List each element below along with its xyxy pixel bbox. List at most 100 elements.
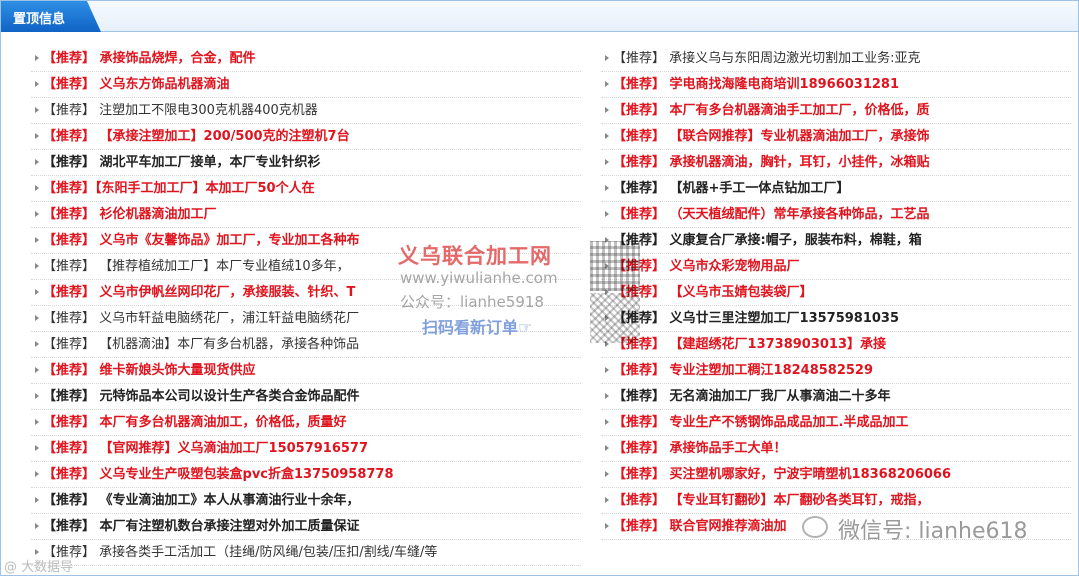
list-item-link[interactable]: 【推荐】 （天天植绒配件）常年承接各种饰品，工艺品 [613, 207, 930, 222]
list-item-link[interactable]: 【推荐】【东阳手工加工厂】本加工厂50个人在 [43, 181, 315, 196]
list-item-link[interactable]: 【推荐】 承接机器滴油，胸针，耳钉，小挂件，冰箱贴 [613, 155, 930, 170]
list-item[interactable]: 【推荐】 【承接注塑加工】200/500克的注塑机7台 [31, 124, 581, 150]
list-item[interactable]: 【推荐】 【义乌市玉婧包装袋厂】 [601, 280, 1071, 306]
wechat-id: 微信号: lianhe618 [838, 519, 1028, 544]
list-item-link[interactable]: 【推荐】 本厂有多台机器滴油手工加工厂，价格低，质 [613, 103, 930, 118]
watermark-title: 义乌联合加工网 [398, 244, 552, 268]
list-item-link[interactable]: 【推荐】 联合官网推荐滴油加 [613, 519, 787, 534]
list-item-link[interactable]: 【推荐】 承接饰品手工大单！ [613, 441, 787, 456]
list-item-link[interactable]: 【推荐】 本厂有多台机器滴油加工，价格低，质量好 [43, 415, 347, 430]
bullet-arrow-icon [605, 445, 609, 451]
watermark-url: www.yiwulianhe.com [400, 269, 558, 287]
list-item[interactable]: 【推荐】 元特饰品本公司以设计生产各类合金饰品配件 [31, 384, 581, 410]
list-item-link[interactable]: 【推荐】 本厂有注塑机数台承接注塑对外加工质量保证 [43, 519, 360, 534]
list-item-link[interactable]: 【推荐】 义乌专业生产吸塑包装盒pvc折盒13750958778 [43, 467, 394, 482]
list-item[interactable]: 【推荐】 义康复合厂承接:帽子，服装布料，棉鞋，箱 [601, 228, 1071, 254]
list-item[interactable]: 【推荐】 承接饰品烧焊，合金，配件 [31, 46, 581, 72]
list-item-link[interactable]: 【推荐】 承接饰品烧焊，合金，配件 [43, 51, 256, 66]
bullet-arrow-icon [605, 523, 609, 529]
list-item-link[interactable]: 【推荐】 义乌市轩益电脑绣花厂，浦江轩益电脑绣花厂 [43, 311, 359, 326]
list-item-link[interactable]: 【推荐】 承接各类手工活加工（挂绳/防风绳/包装/压扣/割线/车缝/等 [43, 545, 437, 560]
list-item[interactable]: 【推荐】 无名滴油加工厂我厂从事滴油二十多年 [601, 384, 1071, 410]
list-item[interactable]: 【推荐】 本厂有多台机器滴油加工，价格低，质量好 [31, 410, 581, 436]
list-item[interactable]: 【推荐】 专业注塑加工稠江18248582529 [601, 358, 1071, 384]
bullet-arrow-icon [35, 185, 39, 191]
bullet-arrow-icon [605, 211, 609, 217]
list-item-link[interactable]: 【推荐】 《专业滴油加工》本人从事滴油行业十余年， [43, 493, 360, 508]
list-item-link[interactable]: 【推荐】 专业注塑加工稠江18248582529 [613, 363, 873, 378]
list-item-link[interactable]: 【推荐】 元特饰品本公司以设计生产各类合金饰品配件 [43, 389, 360, 404]
list-item[interactable]: 【推荐】 承接机器滴油，胸针，耳钉，小挂件，冰箱贴 [601, 150, 1071, 176]
wechat-icon [802, 516, 828, 538]
list-item[interactable]: 【推荐】 买注塑机哪家好，宁波宇晴塑机18368206066 [601, 462, 1071, 488]
bullet-arrow-icon [35, 237, 39, 243]
list-item-link[interactable]: 【推荐】 【机器滴油】本厂有多台机器，承接各种饰品 [43, 337, 359, 352]
bullet-arrow-icon [605, 393, 609, 399]
list-item[interactable]: 【推荐】 衫伦机器滴油加工厂 [31, 202, 581, 228]
list-item[interactable]: 【推荐】 （天天植绒配件）常年承接各种饰品，工艺品 [601, 202, 1071, 228]
list-item[interactable]: 【推荐】 注塑加工不限电300克机器400克机器 [31, 98, 581, 124]
list-item-link[interactable]: 【推荐】 无名滴油加工厂我厂从事滴油二十多年 [613, 389, 891, 404]
list-item[interactable]: 【推荐】 学电商找海隆电商培训18966031281 [601, 72, 1071, 98]
list-item-link[interactable]: 【推荐】 学电商找海隆电商培训18966031281 [613, 77, 899, 92]
list-item-link[interactable]: 【推荐】 义乌廿三里注塑加工厂13575981035 [613, 311, 899, 326]
list-item-link[interactable]: 【推荐】 义乌市众彩宠物用品厂 [613, 259, 800, 274]
list-item[interactable]: 【推荐】 义乌东方饰品机器滴油 [31, 72, 581, 98]
bullet-arrow-icon [35, 393, 39, 399]
bullet-arrow-icon [605, 471, 609, 477]
bullet-arrow-icon [35, 341, 39, 347]
bullet-arrow-icon [35, 263, 39, 269]
bullet-arrow-icon [35, 133, 39, 139]
bullet-arrow-icon [35, 289, 39, 295]
list-item[interactable]: 【推荐】 承接饰品手工大单！ [601, 436, 1071, 462]
list-item-link[interactable]: 【推荐】 【官网推荐】义乌滴油加工厂15057916577 [43, 441, 368, 456]
bullet-arrow-icon [35, 315, 39, 321]
list-item-link[interactable]: 【推荐】 【承接注塑加工】200/500克的注塑机7台 [43, 129, 350, 144]
list-item-link[interactable]: 【推荐】 义乌市伊帆丝网印花厂，承接服装、针织、T [43, 285, 355, 300]
list-item-link[interactable]: 【推荐】 注塑加工不限电300克机器400克机器 [43, 103, 318, 118]
bullet-arrow-icon [35, 159, 39, 165]
list-item[interactable]: 【推荐】 本厂有多台机器滴油手工加工厂，价格低，质 [601, 98, 1071, 124]
header-tab-title[interactable]: 置顶信息 [1, 1, 101, 32]
bullet-arrow-icon [35, 445, 39, 451]
list-item[interactable]: 【推荐】 【联合网推荐】专业机器滴油加工厂，承接饰 [601, 124, 1071, 150]
list-item-link[interactable]: 【推荐】 【机器+手工一体点钻加工厂】 [613, 181, 849, 196]
list-item[interactable]: 【推荐】 《专业滴油加工》本人从事滴油行业十余年， [31, 488, 581, 514]
list-item-link[interactable]: 【推荐】 【推荐植绒加工厂】本厂专业植绒10多年， [43, 259, 350, 274]
list-item[interactable]: 【推荐】 【建超绣花厂13738903013】承接 [601, 332, 1071, 358]
list-item-link[interactable]: 【推荐】 义康复合厂承接:帽子，服装布料，棉鞋，箱 [613, 233, 922, 248]
list-item[interactable]: 【推荐】 义乌市众彩宠物用品厂 [601, 254, 1071, 280]
list-item-link[interactable]: 【推荐】 义乌市《友馨饰品》加工厂，专业加工各种布 [43, 233, 360, 248]
list-item-link[interactable]: 【推荐】 承接义乌与东阳周边激光切割加工业务:亚克 [613, 51, 921, 66]
list-item-link[interactable]: 【推荐】 衫伦机器滴油加工厂 [43, 207, 217, 222]
list-item-link[interactable]: 【推荐】 【义乌市玉婧包装袋厂】 [613, 285, 813, 300]
list-item[interactable]: 【推荐】【东阳手工加工厂】本加工厂50个人在 [31, 176, 581, 202]
list-item[interactable]: 【推荐】 专业生产不锈钢饰品成品加工.半成品加工 [601, 410, 1071, 436]
list-item-link[interactable]: 【推荐】 【专业耳钉翻砂】本厂翻砂各类耳钉，戒指， [613, 493, 930, 508]
list-item[interactable]: 【推荐】 维卡新娘头饰大量现货供应 [31, 358, 581, 384]
list-item[interactable]: 【推荐】 【专业耳钉翻砂】本厂翻砂各类耳钉，戒指， [601, 488, 1071, 514]
list-item[interactable]: 【推荐】 义乌廿三里注塑加工厂13575981035 [601, 306, 1071, 332]
corner-watermark: @ 大数据导 [4, 560, 74, 575]
bullet-arrow-icon [605, 55, 609, 61]
list-item-link[interactable]: 【推荐】 义乌东方饰品机器滴油 [43, 77, 230, 92]
bullet-arrow-icon [35, 367, 39, 373]
bullet-arrow-icon [605, 497, 609, 503]
list-item-link[interactable]: 【推荐】 买注塑机哪家好，宁波宇晴塑机18368206066 [613, 467, 951, 482]
list-item-link[interactable]: 【推荐】 【联合网推荐】专业机器滴油加工厂，承接饰 [613, 129, 930, 144]
list-item-link[interactable]: 【推荐】 【建超绣花厂13738903013】承接 [613, 337, 886, 352]
list-item-link[interactable]: 【推荐】 湖北平车加工厂接单，本厂专业针织衫 [43, 155, 321, 170]
bullet-arrow-icon [605, 419, 609, 425]
list-item[interactable]: 【推荐】 本厂有注塑机数台承接注塑对外加工质量保证 [31, 514, 581, 540]
watermark-overlay: 义乌联合加工网 www.yiwulianhe.com 公众号：lianhe591… [392, 238, 640, 358]
list-item[interactable]: 【推荐】 【官网推荐】义乌滴油加工厂15057916577 [31, 436, 581, 462]
list-item-link[interactable]: 【推荐】 专业生产不锈钢饰品成品加工.半成品加工 [613, 415, 908, 430]
list-item[interactable]: 【推荐】 湖北平车加工厂接单，本厂专业针织衫 [31, 150, 581, 176]
list-item[interactable]: 【推荐】 【机器+手工一体点钻加工厂】 [601, 176, 1071, 202]
list-item[interactable]: 【推荐】 义乌专业生产吸塑包装盒pvc折盒13750958778 [31, 462, 581, 488]
bullet-arrow-icon [605, 367, 609, 373]
list-item-link[interactable]: 【推荐】 维卡新娘头饰大量现货供应 [43, 363, 256, 378]
bullet-arrow-icon [605, 81, 609, 87]
list-item[interactable]: 【推荐】 承接义乌与东阳周边激光切割加工业务:亚克 [601, 46, 1071, 72]
list-item[interactable]: 【推荐】 承接各类手工活加工（挂绳/防风绳/包装/压扣/割线/车缝/等 [31, 540, 581, 566]
